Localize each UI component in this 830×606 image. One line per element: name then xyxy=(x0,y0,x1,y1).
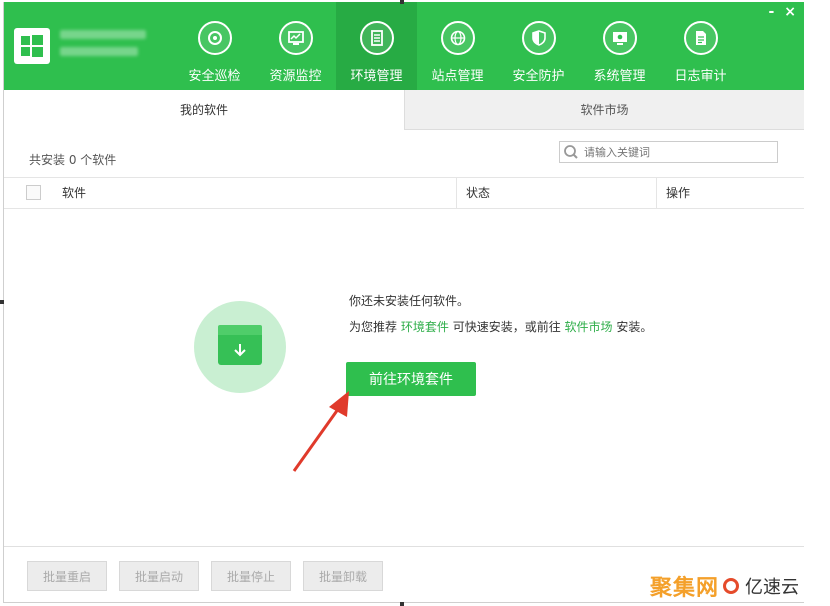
resize-handle xyxy=(0,300,4,304)
nav-label: 资源监控 xyxy=(269,69,322,84)
window-controls: - × xyxy=(768,4,796,20)
nav-item-site[interactable]: 站点管理 xyxy=(417,2,498,90)
empty-recommendation: 为您推荐 环境套件 可快速安装，或前往 软件市场 安装。 xyxy=(349,318,652,335)
search-box xyxy=(559,141,778,163)
globe-icon xyxy=(440,21,475,55)
search-icon xyxy=(564,145,578,159)
nav-label: 环境管理 xyxy=(350,69,403,84)
nav-label: 安全巡检 xyxy=(188,69,241,84)
select-all-checkbox[interactable] xyxy=(26,185,41,200)
tab-software-market[interactable]: 软件市场 xyxy=(404,90,804,130)
watermark: 聚集网 亿速云 xyxy=(650,570,799,602)
software-market-link[interactable]: 软件市场 xyxy=(565,320,613,334)
batch-restart-button[interactable]: 批量重启 xyxy=(27,561,107,591)
batch-start-button[interactable]: 批量启动 xyxy=(119,561,199,591)
watermark-brand: 亿速云 xyxy=(745,577,800,598)
go-env-suite-button[interactable]: 前往环境套件 xyxy=(346,362,476,396)
recommend-mid: 可快速安装，或前往 xyxy=(452,320,561,334)
monitor-chart-icon xyxy=(278,21,313,55)
env-suite-link[interactable]: 环境套件 xyxy=(401,320,449,334)
nav-item-security-patrol[interactable]: 安全巡检 xyxy=(174,2,255,90)
download-box-icon xyxy=(218,325,262,365)
server-ip-info-blurred xyxy=(60,30,146,64)
document-icon xyxy=(683,21,718,55)
empty-state-illustration xyxy=(194,301,286,393)
tab-bar: 我的软件 软件市场 xyxy=(4,90,804,130)
main-window: 安全巡检 资源监控 环境管理 站点管理 安全防护 系统管理 日志审计 - × 我… xyxy=(3,2,804,603)
installed-count: 共安装 0 个软件 xyxy=(29,153,117,167)
search-input[interactable] xyxy=(582,144,766,160)
shield-icon xyxy=(521,21,556,55)
radar-icon xyxy=(197,21,232,55)
col-action: 操作 xyxy=(666,186,691,200)
recommend-prefix: 为您推荐 xyxy=(349,320,398,334)
column-divider xyxy=(656,178,657,208)
minimize-button[interactable]: - xyxy=(768,4,774,20)
batch-uninstall-button[interactable]: 批量卸载 xyxy=(303,561,383,591)
col-status: 状态 xyxy=(466,186,491,200)
watermark-text: 聚集网 xyxy=(650,576,720,601)
col-software: 软件 xyxy=(62,186,87,200)
batch-stop-button[interactable]: 批量停止 xyxy=(211,561,291,591)
table-header: 软件 状态 操作 xyxy=(4,177,804,209)
windows-logo-icon xyxy=(14,28,50,64)
tab-my-software[interactable]: 我的软件 xyxy=(4,90,404,130)
nav-label: 站点管理 xyxy=(431,69,484,84)
main-nav: 安全巡检 资源监控 环境管理 站点管理 安全防护 系统管理 日志审计 xyxy=(174,2,741,90)
settings-monitor-icon xyxy=(602,21,637,55)
red-arrow-annotation xyxy=(292,391,349,472)
nav-label: 安全防护 xyxy=(512,69,565,84)
nav-item-environment[interactable]: 环境管理 xyxy=(336,2,417,90)
resize-handle xyxy=(400,0,404,4)
nav-item-log-audit[interactable]: 日志审计 xyxy=(660,2,741,90)
watermark-logo-icon xyxy=(723,578,740,594)
resize-handle xyxy=(400,602,404,606)
nav-item-resource-monitor[interactable]: 资源监控 xyxy=(255,2,336,90)
nav-item-security-protection[interactable]: 安全防护 xyxy=(498,2,579,90)
top-bar: 安全巡检 资源监控 环境管理 站点管理 安全防护 系统管理 日志审计 - × xyxy=(4,2,804,90)
close-button[interactable]: × xyxy=(784,4,796,20)
nav-label: 系统管理 xyxy=(593,69,646,84)
nav-item-system[interactable]: 系统管理 xyxy=(579,2,660,90)
recommend-suffix: 安装。 xyxy=(616,320,653,334)
server-icon xyxy=(359,21,394,55)
nav-label: 日志审计 xyxy=(674,69,727,84)
empty-message: 你还未安装任何软件。 xyxy=(349,294,470,308)
column-divider xyxy=(456,178,457,208)
